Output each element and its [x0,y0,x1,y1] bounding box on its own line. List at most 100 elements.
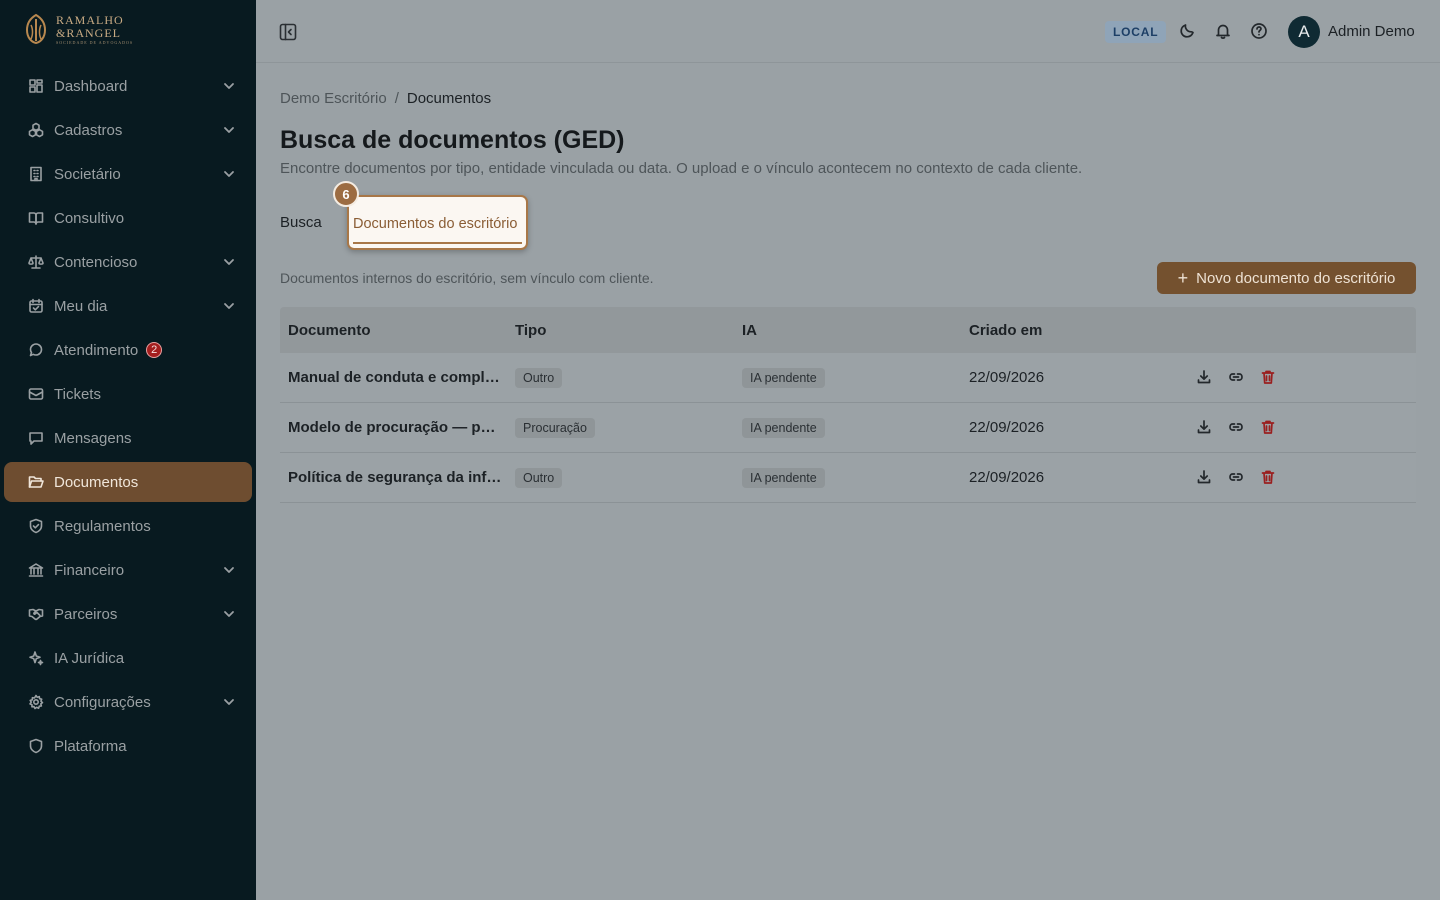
shield-icon [28,738,44,754]
sidebar-item-label: Consultivo [54,209,125,227]
moon-icon [1180,24,1194,38]
chevron-down-icon [222,299,236,313]
sidebar-item-dashboard[interactable]: Dashboard [4,66,252,106]
sidebar-item-atendimento[interactable]: Atendimento 2 [4,330,252,370]
table-row[interactable]: Manual de conduta e compliance Outro IA … [280,353,1416,403]
sidebar-item-label: Parceiros [54,605,118,623]
chevron-down-icon [222,607,236,621]
sidebar-item-financeiro[interactable]: Financeiro [4,550,252,590]
sidebar-item-label: Configurações [54,693,151,711]
brand-line-2: &RANGEL [56,25,121,40]
brand-wordmark: RAMALHO &RANGEL SOCIEDADE DE ADVOGADOS [56,14,133,45]
chevron-down-icon [222,123,236,137]
brand-emblem-icon [25,13,47,45]
column-header-documento[interactable]: Documento [280,322,507,339]
message-circle-icon [28,342,44,358]
brand-logo[interactable]: RAMALHO &RANGEL SOCIEDADE DE ADVOGADOS [24,12,133,46]
gear-icon [28,694,44,710]
breadcrumb-root-link[interactable]: Demo Escritório [280,90,387,107]
trash-icon [1261,470,1275,484]
download-icon [1197,469,1211,483]
tab-busca[interactable]: Busca [280,214,322,231]
sidebar-item-parceiros[interactable]: Parceiros [4,594,252,634]
column-header-criado-em[interactable]: Criado em [961,322,1188,339]
page-title: Busca de documentos (GED) [280,126,625,154]
sidebar-item-label: Dashboard [54,77,128,95]
document-name[interactable]: Manual de conduta e compliance [288,369,502,386]
column-header-tipo[interactable]: Tipo [507,322,734,339]
type-chip: Outro [515,467,563,488]
active-tab-indicator [353,242,522,244]
delete-button[interactable] [1260,419,1278,437]
sidebar-collapse-button[interactable] [278,22,298,42]
breadcrumb: Demo Escritório / Documentos [280,90,491,107]
user-menu-name[interactable]: Admin Demo [1328,23,1415,40]
sidebar-nav: Dashboard Cadastros Societário Consultiv… [4,66,252,770]
new-office-document-button[interactable]: + Novo documento do escritório [1157,262,1416,294]
sidebar-item-label: Mensagens [54,429,132,447]
copy-link-button[interactable] [1228,419,1246,437]
tab-documentos-do-escritorio[interactable]: Documentos do escritório [347,195,528,250]
help-button[interactable] [1250,22,1268,40]
document-name[interactable]: Política de segurança da informação [288,469,502,486]
link-icon [1229,472,1243,481]
shield-check-icon [28,518,44,534]
copy-link-button[interactable] [1228,369,1246,387]
sidebar-item-configuracoes[interactable]: Configurações [4,682,252,722]
boxes-icon [28,122,44,138]
layout-grid-icon [28,78,44,94]
sparkles-icon [28,650,44,666]
sidebar-item-label: Documentos [54,473,139,491]
table-row[interactable]: Política de segurança da informação Outr… [280,453,1416,503]
ai-status-chip: IA pendente [742,417,825,438]
sidebar-item-consultivo[interactable]: Consultivo [4,198,252,238]
link-icon [1229,372,1243,381]
sidebar-item-label: IA Jurídica [54,649,125,667]
download-icon [1197,369,1211,383]
building-icon [28,166,44,182]
notification-count-badge: 2 [146,342,163,358]
sidebar-item-label: Regulamentos [54,517,151,535]
created-date: 22/09/2026 [969,368,1045,386]
created-date: 22/09/2026 [969,418,1045,436]
chevron-down-icon [222,255,236,269]
sidebar-item-contencioso[interactable]: Contencioso [4,242,252,282]
sidebar-item-societario[interactable]: Societário [4,154,252,194]
delete-button[interactable] [1260,369,1278,387]
avatar[interactable]: A [1288,16,1320,48]
copy-link-button[interactable] [1228,469,1246,487]
sidebar-item-cadastros[interactable]: Cadastros [4,110,252,150]
delete-button[interactable] [1260,469,1278,487]
sidebar-item-label: Tickets [54,385,101,403]
ai-status-chip: IA pendente [742,467,825,488]
handshake-icon [28,606,44,622]
panel-left-close-icon [279,23,297,41]
type-chip: Outro [515,367,563,388]
sidebar-item-mensagens[interactable]: Mensagens [4,418,252,458]
column-header-ia[interactable]: IA [734,322,961,339]
breadcrumb-separator: / [394,90,399,107]
created-date: 22/09/2026 [969,468,1045,486]
theme-toggle-button[interactable] [1178,22,1196,40]
sidebar-item-meu-dia[interactable]: Meu dia [4,286,252,326]
brand-line-1: RAMALHO [56,12,124,27]
section-description: Documentos internos do escritório, sem v… [280,270,654,286]
folder-open-icon [28,474,44,490]
download-button[interactable] [1196,469,1214,487]
sidebar-item-label: Societário [54,165,121,183]
sidebar-item-label: Meu dia [54,297,108,315]
document-name[interactable]: Modelo de procuração — padrão [288,419,502,436]
download-button[interactable] [1196,369,1214,387]
notifications-button[interactable] [1214,22,1232,40]
download-button[interactable] [1196,419,1214,437]
download-icon [1197,419,1211,433]
sidebar-item-ia-juridica[interactable]: IA Jurídica [4,638,252,678]
bell-icon [1216,24,1230,39]
sidebar-item-tickets[interactable]: Tickets [4,374,252,414]
sidebar-item-plataforma[interactable]: Plataforma [4,726,252,766]
type-chip: Procuração [515,417,595,438]
table-row[interactable]: Modelo de procuração — padrão Procuração… [280,403,1416,453]
sidebar: RAMALHO &RANGEL SOCIEDADE DE ADVOGADOS D… [0,0,256,900]
sidebar-item-regulamentos[interactable]: Regulamentos [4,506,252,546]
sidebar-item-documentos[interactable]: Documentos [4,462,252,502]
